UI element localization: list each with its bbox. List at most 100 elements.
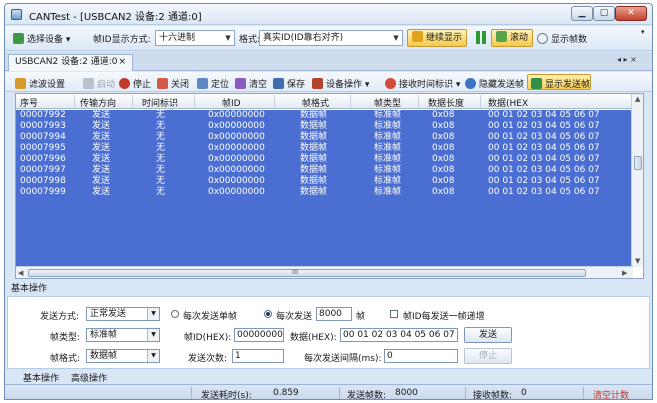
cell-direction: 发送	[92, 154, 111, 164]
close-window-button[interactable]: ✕	[615, 6, 647, 21]
column-divider[interactable]	[350, 95, 351, 108]
cell-frame-type: 标准帧	[374, 187, 402, 197]
column-header[interactable]: 帧ID	[222, 96, 241, 109]
column-header[interactable]: 数据长度	[428, 96, 464, 109]
cell-index: 00007994	[20, 132, 66, 142]
cell-frame-format: 数据帧	[300, 143, 328, 153]
scroll-up-icon[interactable]: ▲	[635, 95, 640, 103]
stop-button[interactable]: 停止	[119, 77, 151, 90]
column-header[interactable]: 传输方向	[80, 96, 116, 109]
table-row[interactable]: 00007993 发送 无 0x00000000 数据帧 标准帧 0x08 00…	[16, 121, 633, 132]
clear-count-button[interactable]: 清空计数	[593, 388, 629, 399]
show-icon	[531, 78, 542, 89]
send-n-input[interactable]: 8000	[316, 307, 352, 321]
cell-index: 00007995	[20, 143, 66, 153]
status-divider	[339, 387, 340, 399]
interval-input[interactable]: 0	[384, 349, 458, 363]
cell-data: 00 01 02 03 04 05 06 07	[488, 176, 600, 186]
horizontal-scrollbar[interactable]: ◀ III ▶	[16, 266, 633, 278]
vertical-scroll-thumb[interactable]	[634, 156, 642, 170]
table-row[interactable]: 00007994 发送 无 0x00000000 数据帧 标准帧 0x08 00…	[16, 132, 633, 143]
column-divider[interactable]	[480, 95, 481, 108]
frame-format-select[interactable]: 数据帧 ▼	[86, 349, 160, 363]
cell-length: 0x08	[432, 154, 455, 164]
elapsed-value: 0.859	[273, 388, 299, 398]
pause-icon-bar	[482, 31, 486, 44]
cell-length: 0x08	[432, 110, 455, 120]
table-row[interactable]: 00007997 发送 无 0x00000000 数据帧 标准帧 0x08 00…	[16, 165, 633, 176]
data-input[interactable]: 00 01 02 03 04 05 06 07	[340, 328, 458, 342]
hide-send-frames-button[interactable]: 隐藏发送帧	[465, 77, 524, 90]
stop-send-button[interactable]: 停止	[464, 348, 512, 364]
minimize-button[interactable]: ▁	[571, 6, 593, 21]
column-header[interactable]: 时间标识	[142, 96, 178, 109]
frame-id-input[interactable]: 00000000	[234, 328, 284, 342]
maximize-button[interactable]: ▢	[593, 6, 615, 21]
column-divider[interactable]	[274, 95, 275, 108]
show-frame-count-toggle[interactable]: 显示帧数	[537, 32, 587, 45]
device-ops-menu[interactable]: 设备操作 ▾	[312, 77, 369, 90]
clear-button[interactable]: 清空	[235, 77, 267, 90]
close-tab-icon[interactable]: ×	[118, 55, 126, 70]
recv-time-menu[interactable]: 接收时间标识 ▾	[385, 77, 460, 90]
recv-label: 接收帧数:	[473, 391, 513, 400]
start-button[interactable]: 启动	[83, 77, 115, 90]
send-button[interactable]: 发送	[464, 327, 512, 343]
column-header[interactable]: 序号	[20, 96, 38, 109]
toolbar-overflow-icon[interactable]: ▾	[641, 28, 645, 36]
filter-settings-button[interactable]: 滤波设置	[15, 77, 65, 90]
send-n-radio[interactable]	[264, 310, 272, 318]
id-increment-checkbox[interactable]	[390, 310, 398, 318]
send-count-label: 发送次数:	[188, 354, 228, 364]
table-row[interactable]: 00007995 发送 无 0x00000000 数据帧 标准帧 0x08 00…	[16, 143, 633, 154]
scroll-button[interactable]: 滚动	[491, 29, 534, 47]
cell-direction: 发送	[92, 121, 111, 131]
scroll-right-icon[interactable]: ▶	[622, 269, 627, 277]
horizontal-scroll-thumb[interactable]	[28, 269, 586, 277]
column-divider[interactable]	[74, 95, 75, 108]
locate-button[interactable]: 定位	[197, 77, 229, 90]
send-single-radio[interactable]	[171, 310, 179, 318]
chevron-down-icon: ▼	[225, 34, 231, 42]
table-row[interactable]: 00007999 发送 无 0x00000000 数据帧 标准帧 0x08 00…	[16, 187, 633, 198]
frame-type-select[interactable]: 标准帧 ▼	[86, 328, 160, 342]
format-select[interactable]: 真实ID(ID靠右对齐) ▼	[259, 30, 403, 46]
column-header[interactable]: 数据(HEX	[488, 96, 528, 109]
cell-frame-type: 标准帧	[374, 121, 402, 131]
select-device-button[interactable]: 选择设备 ▾	[13, 32, 70, 45]
send-mode-select[interactable]: 正常发送 ▼	[86, 307, 160, 321]
bottom-tabs: 基本操作 高级操作	[7, 370, 650, 384]
continue-display-button[interactable]: 继续显示	[407, 29, 468, 47]
table-row[interactable]: 00007992 发送 无 0x00000000 数据帧 标准帧 0x08 00…	[16, 110, 633, 121]
tab-nav-icons[interactable]: ◂ ▸ ×	[617, 55, 637, 64]
scroll-left-icon[interactable]: ◀	[18, 269, 23, 277]
play-icon	[412, 31, 423, 42]
cell-data: 00 01 02 03 04 05 06 07	[488, 121, 600, 131]
show-send-frames-button[interactable]: 显示发送帧	[531, 77, 590, 90]
cell-frame-id: 0x00000000	[208, 187, 265, 197]
tab-advanced-ops[interactable]: 高级操作	[71, 371, 107, 384]
tab-basic-ops[interactable]: 基本操作	[23, 371, 59, 384]
pause-icon[interactable]	[476, 31, 480, 44]
id-display-select[interactable]: 十六进制 ▼	[155, 30, 235, 46]
save-button[interactable]: 保存	[273, 77, 305, 90]
close-icon	[157, 78, 168, 89]
cell-data: 00 01 02 03 04 05 06 07	[488, 165, 600, 175]
column-header[interactable]: 帧类型	[374, 96, 401, 109]
sent-label: 发送帧数:	[347, 391, 387, 400]
status-divider	[191, 387, 192, 399]
scroll-down-icon[interactable]: ▼	[635, 257, 640, 265]
table-row[interactable]: 00007998 发送 无 0x00000000 数据帧 标准帧 0x08 00…	[16, 176, 633, 187]
send-count-input[interactable]: 1	[232, 349, 284, 363]
vertical-scrollbar[interactable]: ▲ ▼	[631, 94, 643, 267]
column-divider[interactable]	[194, 95, 195, 108]
cell-frame-id: 0x00000000	[208, 154, 265, 164]
tab-usbcan2-channel0[interactable]: USBCAN2 设备:2 通道:0 ×	[8, 54, 133, 71]
chevron-down-icon: ▼	[147, 329, 159, 341]
column-divider[interactable]	[132, 95, 133, 108]
id-increment-label: 帧ID每发送一帧递增	[403, 312, 485, 322]
table-row[interactable]: 00007996 发送 无 0x00000000 数据帧 标准帧 0x08 00…	[16, 154, 633, 165]
close-channel-button[interactable]: 关闭	[157, 77, 189, 90]
column-divider[interactable]	[418, 95, 419, 108]
column-header[interactable]: 帧格式	[302, 96, 329, 109]
